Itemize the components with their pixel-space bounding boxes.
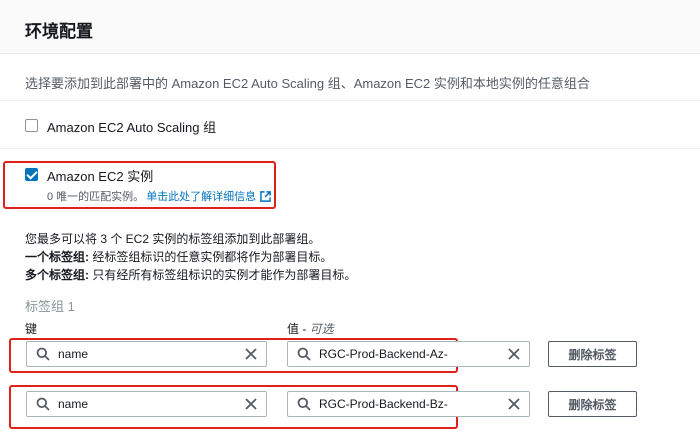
search-icon [36, 397, 50, 411]
info-line-2-text: 经标签组标识的任意实例都将作为部署目标。 [89, 250, 333, 264]
tag-value-value: RGC-Prod-Backend-Bz- [319, 397, 448, 411]
ec2-label: Amazon EC2 实例 [47, 169, 154, 184]
remove-tag-button[interactable]: 删除标签 [548, 341, 637, 367]
tag-key-value: name [58, 347, 89, 361]
tag-group-label: 标签组 1 [25, 299, 75, 314]
info-line-3-text: 只有经所有标签组标识的实例才能作为部署目标。 [89, 268, 357, 282]
panel-header: 环境配置 [0, 0, 700, 54]
clear-icon[interactable] [244, 397, 258, 411]
clear-icon[interactable] [507, 347, 521, 361]
clear-icon[interactable] [244, 347, 258, 361]
search-icon [297, 397, 311, 411]
asg-checkbox[interactable] [25, 119, 38, 132]
info-line-1: 您最多可以将 3 个 EC2 实例的标签组添加到此部署组。 [25, 232, 321, 246]
info-line-2: 一个标签组: 经标签组标识的任意实例都将作为部署目标。 [25, 248, 332, 265]
panel-title: 环境配置 [25, 22, 93, 41]
info-line-3: 多个标签组: 只有经所有标签组标识的实例才能作为部署目标。 [25, 266, 356, 283]
tag-key-input[interactable]: name [26, 341, 267, 367]
option-ec2[interactable]: Amazon EC2 实例 0 唯一的匹配实例。 单击此处了解详细信息 [25, 166, 272, 204]
divider [0, 148, 700, 149]
search-icon [36, 347, 50, 361]
info-line-2-bold: 一个标签组: [25, 250, 89, 264]
asg-label: Amazon EC2 Auto Scaling 组 [47, 120, 217, 135]
remove-tag-button[interactable]: 删除标签 [548, 391, 637, 417]
search-icon [297, 347, 311, 361]
tag-value-value: RGC-Prod-Backend-Az- [319, 347, 448, 361]
ec2-match-info: 0 唯一的匹配实例。 单击此处了解详细信息 [47, 188, 272, 204]
divider [0, 100, 700, 101]
clear-icon[interactable] [507, 397, 521, 411]
value-optional-text: 可选 [309, 322, 334, 336]
tag-value-input[interactable]: RGC-Prod-Backend-Bz- [287, 391, 530, 417]
ec2-checkbox[interactable] [25, 168, 38, 181]
info-line-3-bold: 多个标签组: [25, 268, 89, 282]
ec2-match-text: 0 唯一的匹配实例。 [47, 191, 145, 203]
external-link-icon[interactable] [260, 190, 272, 202]
tag-key-input[interactable]: name [26, 391, 267, 417]
learn-more-link[interactable]: 单击此处了解详细信息 [146, 188, 256, 204]
tag-key-value: name [58, 397, 89, 411]
value-label-text: 值 - [287, 322, 310, 336]
option-asg[interactable]: Amazon EC2 Auto Scaling 组 [25, 117, 216, 136]
key-column-label: 键 [25, 322, 38, 336]
panel-description: 选择要添加到此部署中的 Amazon EC2 Auto Scaling 组、Am… [25, 76, 590, 91]
value-column-label: 值 - 可选 [287, 320, 334, 337]
tag-value-input[interactable]: RGC-Prod-Backend-Az- [287, 341, 530, 367]
